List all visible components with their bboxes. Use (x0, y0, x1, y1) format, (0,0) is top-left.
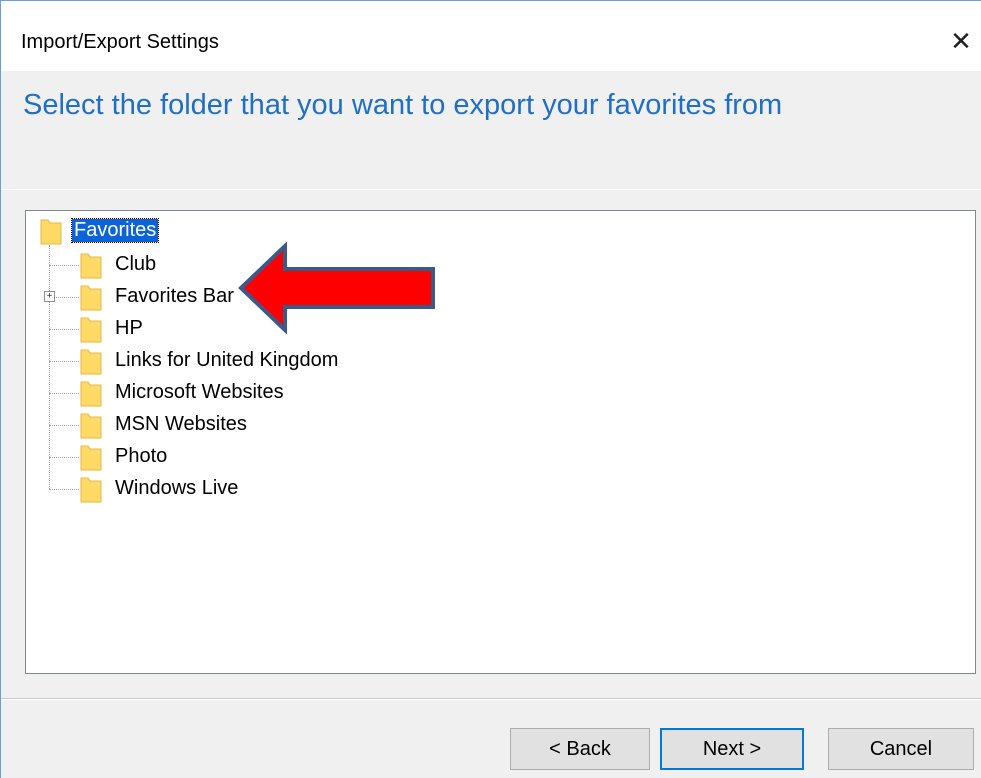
tree-item-microsoft-websites[interactable]: Microsoft Websites (115, 381, 284, 404)
expand-plus-icon[interactable]: + (44, 291, 55, 302)
instruction-heading: Select the folder that you want to expor… (23, 89, 783, 121)
footer-divider-highlight (1, 699, 981, 700)
header-divider (1, 189, 981, 190)
close-button[interactable]: ✕ (941, 23, 981, 59)
tree-item-hp[interactable]: HP (115, 317, 143, 340)
tree-connector (49, 457, 79, 458)
tree-connector (49, 245, 50, 489)
tree-connector (49, 361, 79, 362)
tree-item-windows-live[interactable]: Windows Live (115, 477, 238, 500)
next-button[interactable]: Next > (660, 728, 804, 770)
folder-icon (80, 379, 102, 407)
folder-icon (40, 217, 62, 245)
folder-icon (80, 315, 102, 343)
tree-connector (49, 393, 79, 394)
tree-item-favorites-bar[interactable]: Favorites Bar (115, 285, 234, 308)
tree-item-msn-websites[interactable]: MSN Websites (115, 413, 247, 436)
folder-tree[interactable]: Favorites Club + Favorites Bar HP Links for U… (25, 210, 976, 674)
folder-icon (80, 251, 102, 279)
window-title: Import/Export Settings (21, 31, 219, 53)
folder-icon (80, 283, 102, 311)
tree-connector (49, 425, 79, 426)
back-button[interactable]: < Back (510, 728, 650, 770)
tree-connector (49, 329, 79, 330)
folder-icon (80, 411, 102, 439)
folder-icon (80, 475, 102, 503)
red-arrow-icon (238, 242, 435, 334)
cancel-button[interactable]: Cancel (828, 728, 974, 770)
folder-icon (80, 347, 102, 375)
import-export-dialog: Import/Export Settings ✕ Select the fold… (0, 0, 981, 778)
tree-item-links-for-united-kingdom[interactable]: Links for United Kingdom (115, 349, 338, 372)
tree-item-photo[interactable]: Photo (115, 445, 167, 468)
tree-item-club[interactable]: Club (115, 253, 156, 276)
tree-connector (49, 265, 79, 266)
tree-connector (49, 489, 79, 490)
title-bar: Import/Export Settings ✕ (1, 1, 981, 71)
tree-item-favorites[interactable]: Favorites (70, 218, 160, 243)
wizard-header: Select the folder that you want to expor… (1, 71, 981, 190)
close-icon: ✕ (950, 25, 972, 56)
folder-icon (80, 443, 102, 471)
